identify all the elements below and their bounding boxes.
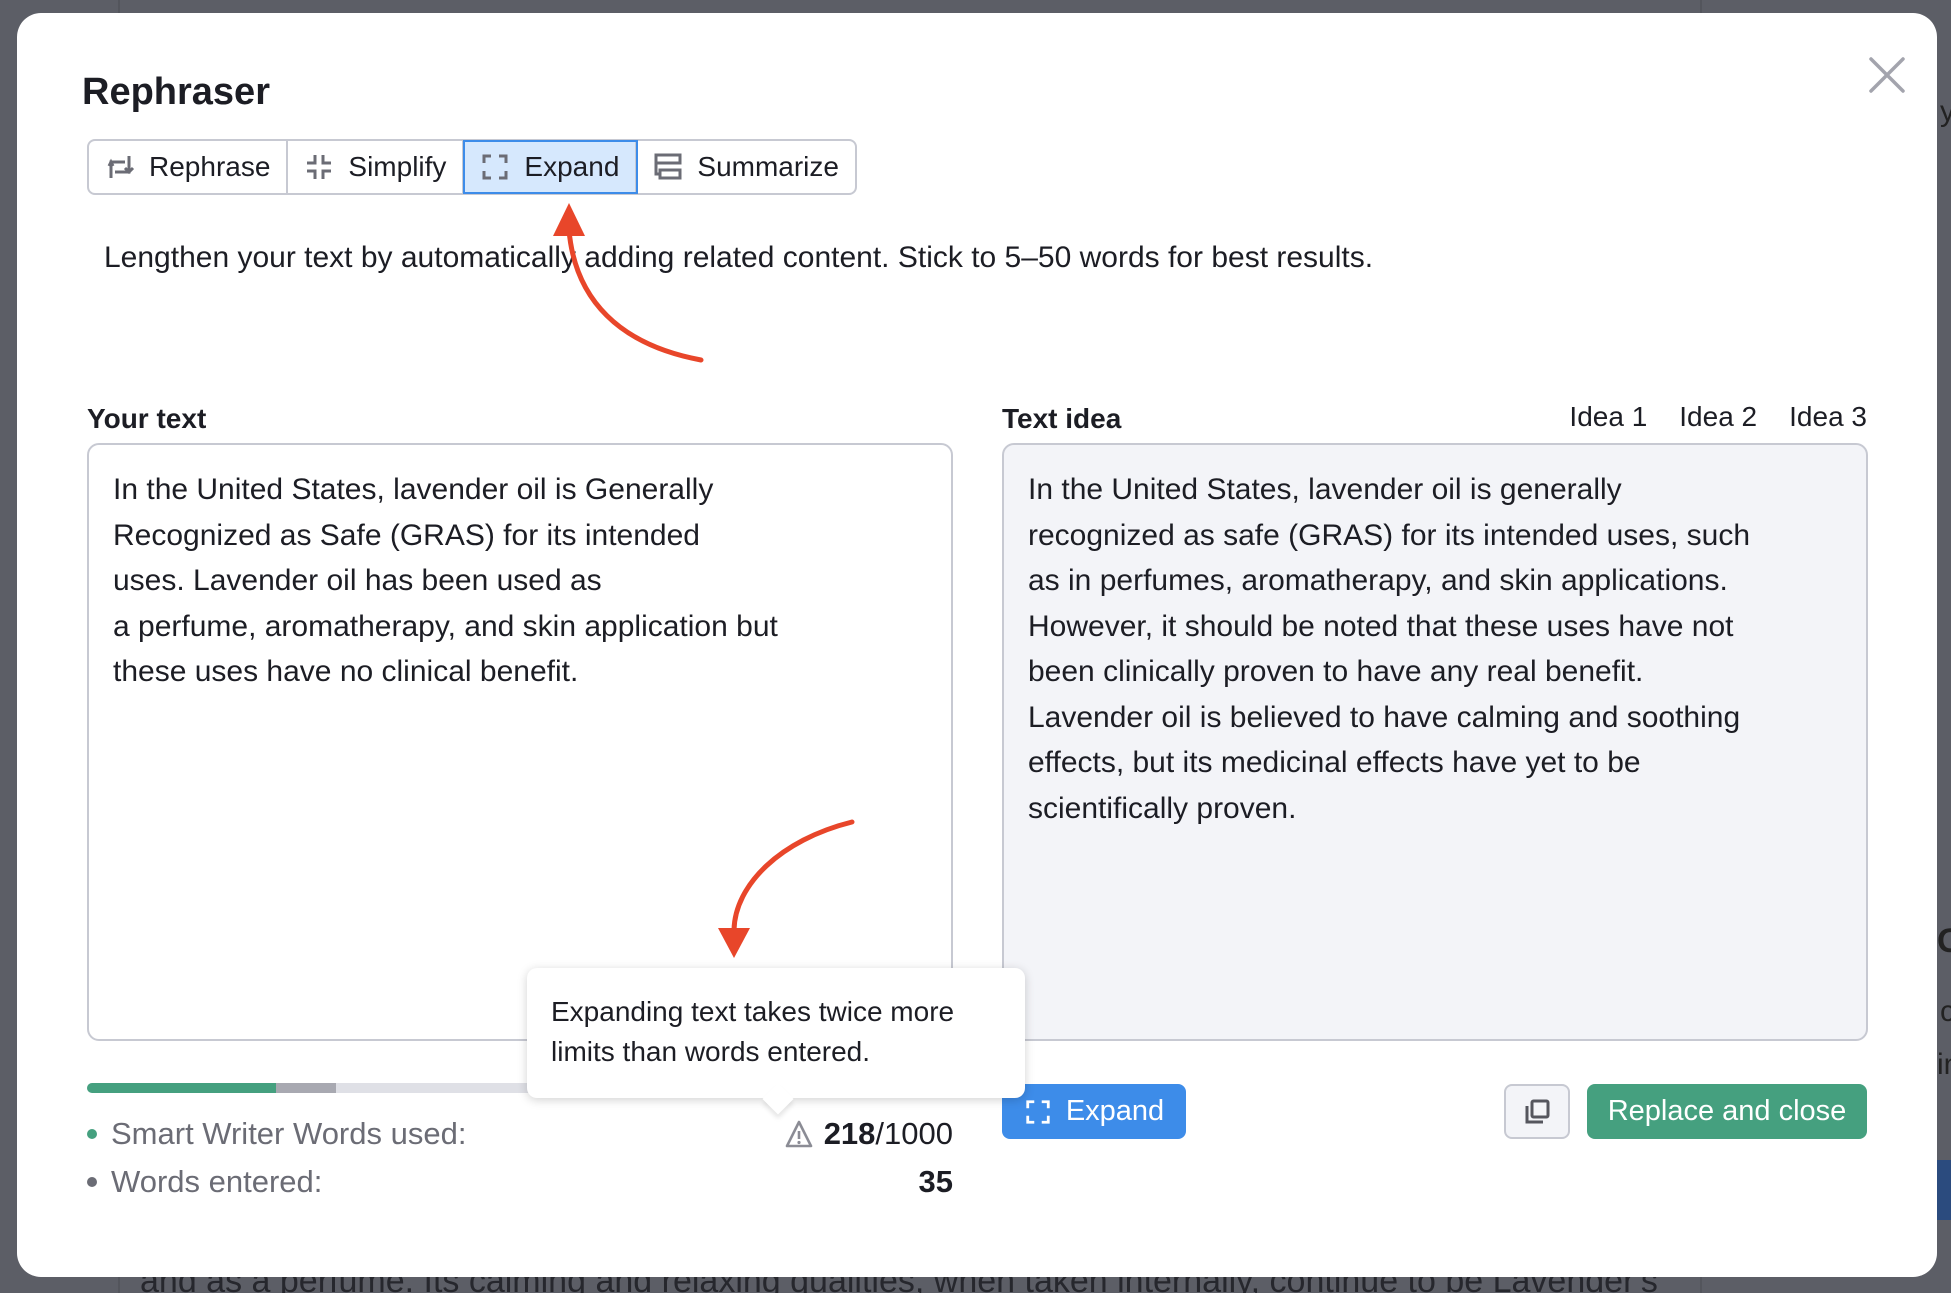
expand-button[interactable]: Expand: [1002, 1084, 1186, 1139]
output-line: However, it should be noted that these u…: [1028, 609, 1734, 643]
tooltip-line: limits than words entered.: [551, 1036, 871, 1067]
close-icon: [1869, 57, 1905, 93]
tooltip-line: Expanding text takes twice more: [551, 996, 955, 1027]
text-idea-label: Text idea: [1002, 403, 1122, 434]
expand-icon: [482, 154, 508, 180]
mode-expand-button[interactable]: Expand: [463, 140, 639, 194]
output-line: as in perfumes, aromatherapy, and skin a…: [1028, 564, 1728, 597]
rephraser-dialog: Rephraser Rephrase Simplify Expand Summa…: [17, 13, 1937, 1277]
dialog-title: Rephraser: [82, 71, 270, 113]
input-line: Recognized as Safe (GRAS) for its intend…: [113, 518, 700, 552]
entered-legend-dot: [87, 1177, 97, 1187]
words-entered-value: 35: [918, 1164, 953, 1199]
used-legend-dot: [87, 1129, 97, 1139]
words-limit-value: /1000: [875, 1116, 953, 1151]
mode-label: Simplify: [348, 151, 447, 182]
expand-icon: [1026, 1099, 1050, 1124]
input-line: uses. Lavender oil has been used as: [113, 564, 602, 597]
mode-description: Lengthen your text by automatically addi…: [104, 241, 1374, 274]
rephrase-icon: [107, 156, 135, 178]
background-text-fragment: in: [1937, 1048, 1951, 1081]
background-button: [1937, 1160, 1951, 1220]
replace-and-close-button[interactable]: Replace and close: [1587, 1084, 1867, 1139]
words-entered-row: Words entered: 35: [87, 1164, 953, 1200]
copy-icon: [1525, 1099, 1550, 1123]
expand-button-label: Expand: [1065, 1095, 1165, 1127]
tab-idea-3[interactable]: Idea 3: [1789, 401, 1867, 449]
output-line: Lavender oil is believed to have calming…: [1028, 700, 1741, 734]
your-text-label: Your text: [87, 403, 207, 434]
close-button[interactable]: [1865, 53, 1909, 97]
input-line: a perfume, aromatherapy, and skin applic…: [113, 609, 778, 643]
words-entered-label: Words entered:: [111, 1164, 323, 1199]
words-used-label: Smart Writer Words used:: [111, 1116, 467, 1151]
mode-rephrase-button[interactable]: Rephrase: [89, 141, 289, 193]
mode-selector: Rephrase Simplify Expand Summarize: [87, 139, 857, 195]
tab-idea-1[interactable]: Idea 1: [1569, 401, 1647, 449]
words-used-row: Smart Writer Words used: 218/1000: [87, 1116, 953, 1152]
tooltip-tail: [762, 1083, 794, 1115]
words-used-value: 218: [823, 1116, 876, 1151]
background-text-fragment: G: [1937, 922, 1951, 960]
idea-tabs: Idea 1 Idea 2 Idea 3: [1569, 401, 1867, 449]
output-line: effects, but its medicinal effects have …: [1028, 746, 1641, 779]
simplify-icon: [307, 155, 332, 179]
text-idea-output: In the United States, lavender oil is ge…: [1002, 443, 1868, 1041]
mode-summarize-button[interactable]: Summarize: [637, 141, 855, 193]
output-line: In the United States, lavender oil is ge…: [1028, 473, 1622, 506]
summarize-icon: [654, 153, 682, 180]
background-text-fragment: c: [1940, 995, 1951, 1028]
warning-icon[interactable]: [784, 1119, 814, 1149]
tab-idea-2[interactable]: Idea 2: [1679, 401, 1757, 449]
your-text-input[interactable]: In the United States, lavender oil is Ge…: [87, 443, 953, 1041]
background-text-fragment: y: [1940, 95, 1951, 128]
input-line: In the United States, lavender oil is Ge…: [113, 473, 714, 506]
mode-label: Rephrase: [149, 151, 271, 182]
output-line: scientifically proven.: [1028, 791, 1297, 825]
mode-label: Expand: [524, 151, 620, 182]
copy-button[interactable]: [1504, 1084, 1570, 1139]
mode-label: Summarize: [697, 151, 839, 182]
output-line: recognized as safe (GRAS) for its intend…: [1028, 518, 1751, 552]
limits-tooltip: Expanding text takes twice more limits t…: [527, 968, 1025, 1115]
input-line: these uses have no clinical benefit.: [113, 655, 579, 688]
mode-simplify-button[interactable]: Simplify: [288, 141, 465, 193]
progress-pending-segment: [275, 1083, 337, 1093]
progress-used-segment: [87, 1083, 276, 1093]
output-line: been clinically proven to have any real …: [1028, 655, 1644, 688]
